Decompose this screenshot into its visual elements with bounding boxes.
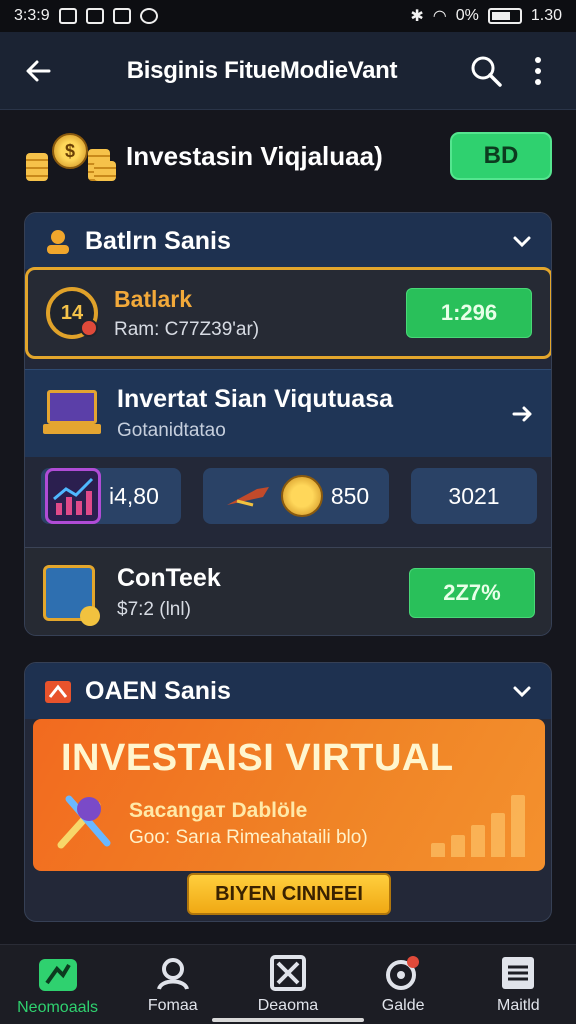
nav-label-notifications: Galde [381,997,425,1014]
close-box-icon [269,955,306,991]
status-time: 3:3:9 [14,7,50,24]
featured-sub: Ram: C77Z39'ar) [114,318,260,340]
featured-name: Batlark [114,285,192,312]
stat-value-2: 850 [330,482,370,509]
promo-headline: INVESTAISI VIRTUAL [61,737,454,779]
nav-label-menu: Maitld [497,997,540,1014]
arrow-right-icon [512,406,532,421]
app-bar: Bisginis FitueModieVant [0,32,576,110]
chevron-down-icon [513,236,531,248]
investment-header: $ Investasin Viqjaluaa) BD [24,128,552,184]
house-icon [45,681,71,703]
battery-percent: 0% [455,7,479,24]
back-arrow-icon [26,60,51,81]
featured-investment-row[interactable]: 14 Batlark Ram: C77Z39'ar) 1:296 [25,267,551,359]
nav-label-center: Deaoma [257,997,319,1014]
promo-line-1: Sacangaт Dablöle [129,799,308,822]
nav-item-profile[interactable]: Fomaa [118,955,228,1015]
whatsapp-notification-icon [139,8,158,24]
tools-icon [57,795,111,849]
calculator-icon [43,564,100,626]
stats-row: i4,80 850 3021 [25,461,551,531]
section-card-2: OAEN Sanis INVESTAISI VIRTUAL Sacangaт D… [24,662,552,922]
status-clock-right: 1.30 [530,7,562,24]
featured-value-button[interactable]: 1:296 [406,288,532,338]
stat-chip-3[interactable]: 3021 [411,468,537,524]
section-2-header[interactable]: OAEN Sanis [25,663,551,719]
battery-icon [487,8,522,24]
home-indicator[interactable] [212,1018,364,1022]
bluetooth-icon: ✱ [410,8,424,25]
stat-value-1: i4,80 [109,482,159,509]
laptop-icon [43,389,101,438]
item-sub: $7:2 (lnl) [117,599,191,620]
nav-item-menu[interactable]: Maitld [463,955,573,1015]
stat-chip-1[interactable]: i4,80 [41,468,181,524]
back-button[interactable] [18,51,58,91]
more-options-button[interactable] [518,51,558,91]
page-title: Investasin Viqjaluaa) [126,140,383,171]
coin-icon [280,475,323,517]
bd-button[interactable]: BD [450,132,552,180]
users-icon [47,230,69,254]
coin-stack-icon: $ [24,131,116,181]
item-value-button[interactable]: 2Z7% [409,567,535,618]
promo-line-2: Goo: Sarıa Rimeahataili blo) [129,827,368,848]
bottom-navigation: Neomoaals Fomaa Deaoma Galde Maitld [0,944,576,1024]
nav-label-home: Neomoaals [17,999,99,1016]
home-icon [38,959,77,991]
user-icon [156,958,189,990]
notification-icon [386,956,420,990]
section-1-header[interactable]: Batlrn Sanis [25,213,551,269]
search-icon [471,56,502,87]
wifi-icon: ◠ [432,8,447,25]
promo-banner[interactable]: INVESTAISI VIRTUAL Sacangaт Dablöle Goo:… [33,719,545,871]
image-notification-icon [112,8,131,24]
section-1-title: Batlrn Sanis [85,226,231,255]
more-vertical-icon [535,56,541,85]
chevron-down-icon [513,686,531,698]
section-2-title: OAEN Sanis [85,676,231,705]
gallery-notification-icon [58,8,77,24]
calculator-item-row[interactable]: ConTeek $7:2 (lnl) 2Z7% [25,547,551,635]
nav-item-center[interactable]: Deaoma [233,955,343,1015]
section-card-1: Batlrn Sanis 14 Batlark Ram: C77Z39'ar) … [24,212,552,636]
nav-label-profile: Fomaa [147,997,198,1014]
info-row-sub: Gotanidtatao [117,420,226,441]
status-bar: 3:3:9 ✱ ◠ 0% 1.30 [0,0,576,32]
cta-button[interactable]: BIYEN CINNEEI [187,873,391,915]
nav-item-notifications[interactable]: Galde [348,955,458,1015]
promo-bars-graphic [431,795,525,857]
stat-chip-2[interactable]: 850 [203,468,389,524]
stat-value-3: 3021 [448,482,500,509]
app-title: Bisginis FitueModieVant [126,56,398,84]
rocket-icon [226,487,269,507]
app-notification-icon [85,8,104,24]
menu-icon [502,957,535,989]
search-button[interactable] [466,51,506,91]
nav-item-home[interactable]: Neomoaals [3,955,113,1017]
growth-chart-icon [45,468,101,524]
info-row-title: Invertat Sian Viqutuasa [117,385,394,413]
item-name: ConTeek [117,564,221,592]
rank-badge-text: 14 [60,301,84,324]
rank-badge-icon: 14 [46,287,98,339]
info-row[interactable]: Invertat Sian Viqutuasa Gotanidtatao [25,369,551,457]
